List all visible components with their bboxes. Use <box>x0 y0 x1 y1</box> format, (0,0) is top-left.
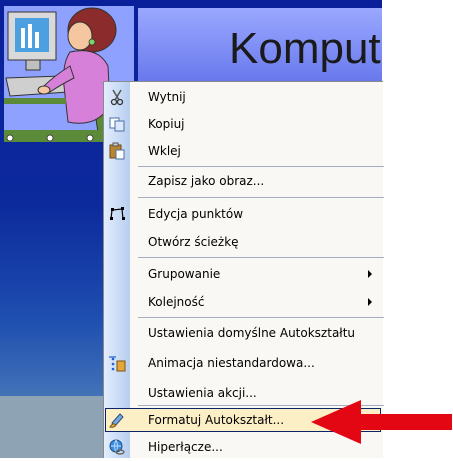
menu-item-order[interactable]: Kolejność <box>104 289 384 316</box>
menu-item-grouping[interactable]: Grupowanie <box>104 261 384 288</box>
copy-icon <box>109 117 125 132</box>
animation-icon <box>109 356 126 372</box>
scissors-icon <box>110 89 124 106</box>
menu-item-edit-points[interactable]: Edycja punktów <box>104 201 384 228</box>
pointer-arrow-icon <box>311 400 452 444</box>
menu-item-cut[interactable]: Wytnij <box>104 84 384 111</box>
menu-item-save-as-picture[interactable]: Zapisz jako obraz... <box>104 168 384 195</box>
paste-icon <box>109 142 125 160</box>
menu-item-label: Grupowanie <box>148 267 221 281</box>
menu-item-label: Hiperłącze... <box>148 440 223 454</box>
hyperlink-icon <box>109 439 125 455</box>
submenu-arrow-icon <box>368 270 372 278</box>
menu-item-label: Edycja punktów <box>148 207 244 221</box>
menu-separator <box>138 166 384 167</box>
menu-item-label: Animacja niestandardowa... <box>148 356 315 370</box>
menu-item-label: Ustawienia domyślne Autokształtu <box>148 326 356 340</box>
menu-item-label: Zapisz jako obraz... <box>148 174 265 188</box>
menu-item-paste[interactable]: Wklej <box>104 138 384 165</box>
submenu-arrow-icon <box>368 298 372 306</box>
menu-item-label: Wytnij <box>148 90 186 104</box>
menu-item-copy[interactable]: Kopiuj <box>104 111 384 138</box>
menu-item-default-autoshape[interactable]: Ustawienia domyślne Autokształtu <box>104 320 384 347</box>
menu-item-label: Otwórz ścieżkę <box>148 235 239 249</box>
format-shape-icon <box>109 413 124 428</box>
slide-title: Kompute <box>229 24 382 73</box>
menu-separator <box>138 197 384 198</box>
menu-item-custom-animation[interactable]: Animacja niestandardowa... <box>104 350 384 377</box>
menu-separator <box>138 257 384 258</box>
menu-item-label: Formatuj Autokształt... <box>148 413 285 427</box>
edit-points-icon <box>110 207 125 220</box>
menu-item-label: Ustawienia akcji... <box>148 386 257 400</box>
menu-item-open-path[interactable]: Otwórz ścieżkę <box>104 229 384 256</box>
menu-separator <box>138 317 384 318</box>
menu-item-label: Kolejność <box>148 295 205 309</box>
menu-item-label: Wklej <box>148 144 181 158</box>
menu-item-label: Kopiuj <box>148 117 185 131</box>
